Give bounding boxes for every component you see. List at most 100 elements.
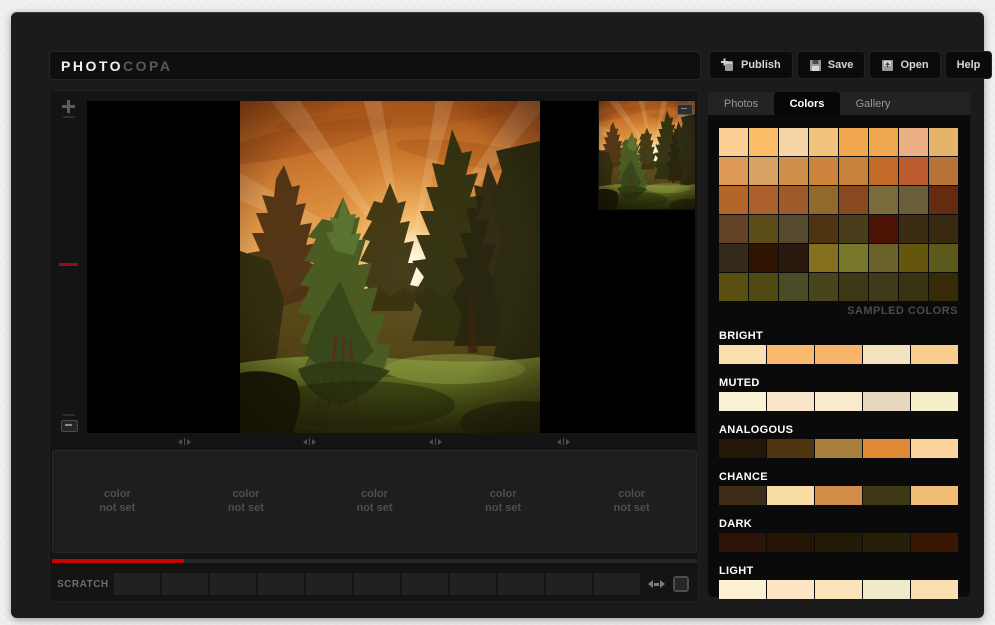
palette-swatch[interactable] — [719, 392, 766, 411]
palette-swatch[interactable] — [767, 392, 814, 411]
scratch-slot[interactable] — [402, 573, 448, 595]
tab-colors[interactable]: Colors — [774, 92, 840, 115]
slot-resize-handle[interactable] — [425, 437, 445, 446]
palette-swatch[interactable] — [815, 392, 862, 411]
palette-swatch[interactable] — [863, 392, 910, 411]
palette-swatch[interactable] — [719, 345, 766, 364]
swap-arrows-icon[interactable] — [648, 580, 665, 588]
palette-swatch[interactable] — [911, 392, 958, 411]
scratch-slot[interactable] — [114, 573, 160, 595]
sampled-swatch[interactable] — [779, 273, 808, 301]
palette-swatch[interactable] — [719, 533, 766, 552]
sampled-swatch[interactable] — [869, 128, 898, 156]
sampled-swatch[interactable] — [929, 157, 958, 185]
palette-swatch[interactable] — [767, 580, 814, 599]
scratch-slot[interactable] — [258, 573, 304, 595]
palette-swatch[interactable] — [767, 345, 814, 364]
zoom-out-button[interactable] — [61, 420, 78, 432]
publish-button[interactable]: Publish — [709, 51, 793, 79]
sampled-swatch[interactable] — [719, 157, 748, 185]
palette-swatch[interactable] — [863, 533, 910, 552]
sampled-swatch[interactable] — [899, 157, 928, 185]
photo-image[interactable] — [240, 101, 540, 433]
scratch-slot[interactable] — [162, 573, 208, 595]
open-button[interactable]: Open — [869, 51, 940, 79]
sampled-swatch[interactable] — [779, 186, 808, 214]
sampled-swatch[interactable] — [839, 186, 868, 214]
sampled-swatch[interactable] — [809, 273, 838, 301]
color-slot[interactable]: color not set — [182, 451, 311, 552]
palette-swatch[interactable] — [911, 345, 958, 364]
palette-swatch[interactable] — [863, 486, 910, 505]
color-slot[interactable]: color not set — [310, 451, 439, 552]
slot-resize-handle[interactable] — [553, 437, 573, 446]
sampled-swatch[interactable] — [899, 273, 928, 301]
sampled-swatch[interactable] — [719, 215, 748, 243]
scratch-slot[interactable] — [594, 573, 640, 595]
sampled-swatch[interactable] — [899, 215, 928, 243]
sampled-swatch[interactable] — [749, 157, 778, 185]
palette-swatch[interactable] — [911, 439, 958, 458]
sampled-swatch[interactable] — [929, 273, 958, 301]
palette-swatch[interactable] — [815, 533, 862, 552]
scratch-slot[interactable] — [306, 573, 352, 595]
sampled-swatch[interactable] — [809, 128, 838, 156]
scratch-slot[interactable] — [354, 573, 400, 595]
palette-swatch[interactable] — [863, 580, 910, 599]
slot-resize-handle[interactable] — [299, 437, 319, 446]
sampled-swatch[interactable] — [779, 215, 808, 243]
collapse-thumbnail-button[interactable] — [677, 104, 693, 115]
palette-swatch[interactable] — [719, 439, 766, 458]
palette-swatch[interactable] — [911, 580, 958, 599]
scratch-toggle-button[interactable] — [673, 576, 689, 592]
sampled-swatch[interactable] — [809, 244, 838, 272]
sampled-swatch[interactable] — [929, 244, 958, 272]
palette-swatch[interactable] — [863, 439, 910, 458]
palette-swatch[interactable] — [815, 486, 862, 505]
scratch-slot[interactable] — [498, 573, 544, 595]
sampled-swatch[interactable] — [899, 244, 928, 272]
sampled-swatch[interactable] — [779, 128, 808, 156]
sampled-swatch[interactable] — [779, 244, 808, 272]
palette-swatch[interactable] — [863, 345, 910, 364]
palette-swatch[interactable] — [815, 439, 862, 458]
sampled-swatch[interactable] — [719, 273, 748, 301]
save-button[interactable]: Save — [797, 51, 866, 79]
sampled-swatch[interactable] — [929, 215, 958, 243]
palette-swatch[interactable] — [815, 580, 862, 599]
sampled-swatch[interactable] — [719, 244, 748, 272]
sampled-swatch[interactable] — [929, 186, 958, 214]
sampled-swatch[interactable] — [749, 244, 778, 272]
sampled-swatch[interactable] — [929, 128, 958, 156]
palette-swatch[interactable] — [911, 533, 958, 552]
zoom-slider-handle[interactable] — [59, 263, 78, 266]
color-slot[interactable]: color not set — [567, 451, 696, 552]
sampled-swatch[interactable] — [899, 186, 928, 214]
sampled-swatch[interactable] — [839, 215, 868, 243]
palette-swatch[interactable] — [719, 580, 766, 599]
slot-resize-handle[interactable] — [174, 437, 194, 446]
sampled-swatch[interactable] — [809, 157, 838, 185]
palette-swatch[interactable] — [719, 486, 766, 505]
color-slot[interactable]: color not set — [439, 451, 568, 552]
sampled-swatch[interactable] — [869, 186, 898, 214]
sampled-swatch[interactable] — [839, 128, 868, 156]
sampled-swatch[interactable] — [869, 215, 898, 243]
scratch-slot[interactable] — [210, 573, 256, 595]
palette-swatch[interactable] — [767, 533, 814, 552]
sampled-swatch[interactable] — [749, 186, 778, 214]
sampled-swatch[interactable] — [869, 244, 898, 272]
sampled-swatch[interactable] — [809, 215, 838, 243]
scratch-slot[interactable] — [450, 573, 496, 595]
sampled-swatch[interactable] — [839, 273, 868, 301]
sampled-swatch[interactable] — [899, 128, 928, 156]
palette-swatch[interactable] — [767, 486, 814, 505]
color-slot[interactable]: color not set — [53, 451, 182, 552]
tab-photos[interactable]: Photos — [708, 92, 774, 115]
scratch-slot[interactable] — [546, 573, 592, 595]
sampled-swatch[interactable] — [719, 128, 748, 156]
sampled-swatch[interactable] — [869, 157, 898, 185]
palette-swatch[interactable] — [911, 486, 958, 505]
palette-swatch[interactable] — [815, 345, 862, 364]
sampled-swatch[interactable] — [869, 273, 898, 301]
